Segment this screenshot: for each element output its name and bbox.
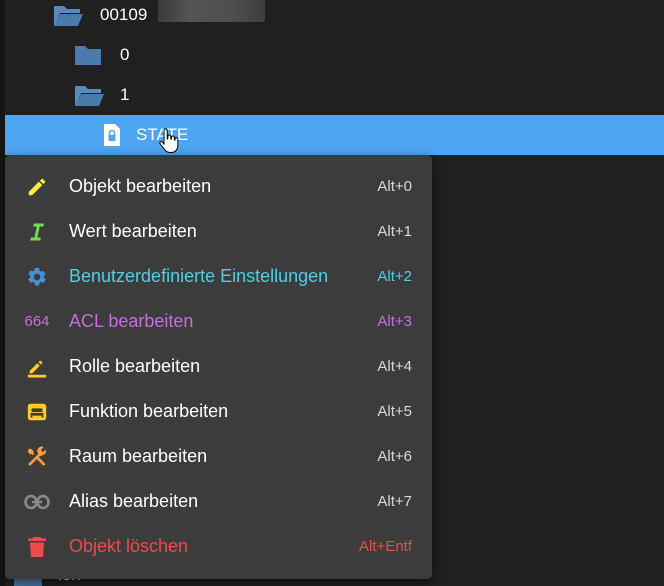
- tree-row-state[interactable]: STATE: [5, 115, 664, 155]
- menu-item-label: Raum bearbeiten: [69, 446, 208, 466]
- folder-icon: [73, 35, 103, 75]
- menu-item-label: Objekt löschen: [69, 536, 189, 556]
- menu-item-edit-value[interactable]: Wert bearbeiten Alt+1: [5, 209, 432, 254]
- menu-item-label: ACL bearbeiten: [69, 311, 194, 331]
- tree-row-0[interactable]: 0: [5, 35, 664, 75]
- tree-label: 1: [120, 85, 130, 104]
- menu-item-edit-function[interactable]: Funktion bearbeiten Alt+5: [5, 389, 432, 434]
- folder-open-icon: [73, 75, 105, 115]
- context-menu: Objekt bearbeiten Alt+0 Wert bearbeiten …: [5, 155, 432, 579]
- menu-item-custom-settings[interactable]: Benutzerdefinierte Einstellungen Alt+2: [5, 254, 432, 299]
- menu-item-shortcut: Alt+6: [377, 448, 412, 465]
- menu-item-shortcut: Alt+5: [377, 403, 412, 420]
- gear-icon: [19, 254, 55, 299]
- menu-item-label: Rolle bearbeiten: [69, 356, 201, 376]
- tree-row-1[interactable]: 1: [5, 75, 664, 115]
- link-icon: [19, 479, 55, 524]
- menu-item-edit-role[interactable]: Rolle bearbeiten Alt+4: [5, 344, 432, 389]
- pencil-icon: [19, 164, 55, 209]
- menu-item-shortcut: Alt+3: [377, 313, 412, 330]
- menu-item-label: Wert bearbeiten: [69, 221, 197, 241]
- menu-item-delete-object[interactable]: Objekt löschen Alt+Entf: [5, 524, 432, 569]
- hand-cursor-icon: [159, 128, 179, 153]
- menu-item-shortcut: Alt+7: [377, 493, 412, 510]
- trash-icon: [19, 524, 55, 569]
- text-cursor-icon: [19, 209, 55, 254]
- menu-item-shortcut: Alt+0: [377, 178, 412, 195]
- menu-item-edit-object[interactable]: Objekt bearbeiten Alt+0: [5, 164, 432, 209]
- menu-item-label: Benutzerdefinierte Einstellungen: [69, 266, 329, 286]
- menu-item-label: Objekt bearbeiten: [69, 176, 212, 196]
- tree-label: 0: [120, 45, 130, 64]
- folder-open-icon: [52, 0, 84, 35]
- locked-file-icon: [101, 115, 123, 155]
- blurred-name-mask: [158, 0, 265, 22]
- function-icon: [19, 389, 55, 434]
- edit-underline-icon: [19, 344, 55, 389]
- menu-item-label: Funktion bearbeiten: [69, 401, 229, 421]
- menu-item-shortcut: Alt+2: [377, 268, 412, 285]
- tree-row-00109[interactable]: 00109: [5, 0, 664, 35]
- menu-item-edit-alias[interactable]: Alias bearbeiten Alt+7: [5, 479, 432, 524]
- menu-item-label: Alias bearbeiten: [69, 491, 199, 511]
- menu-item-edit-room[interactable]: Raum bearbeiten Alt+6: [5, 434, 432, 479]
- tree-label: 00109: [100, 5, 148, 24]
- menu-item-shortcut: Alt+4: [377, 358, 412, 375]
- acl-664-icon: 664: [24, 313, 50, 330]
- menu-item-shortcut: Alt+1: [377, 223, 412, 240]
- menu-item-shortcut: Alt+Entf: [359, 538, 412, 555]
- menu-item-edit-acl[interactable]: 664 ACL bearbeiten Alt+3: [5, 299, 432, 344]
- tools-icon: [19, 434, 55, 479]
